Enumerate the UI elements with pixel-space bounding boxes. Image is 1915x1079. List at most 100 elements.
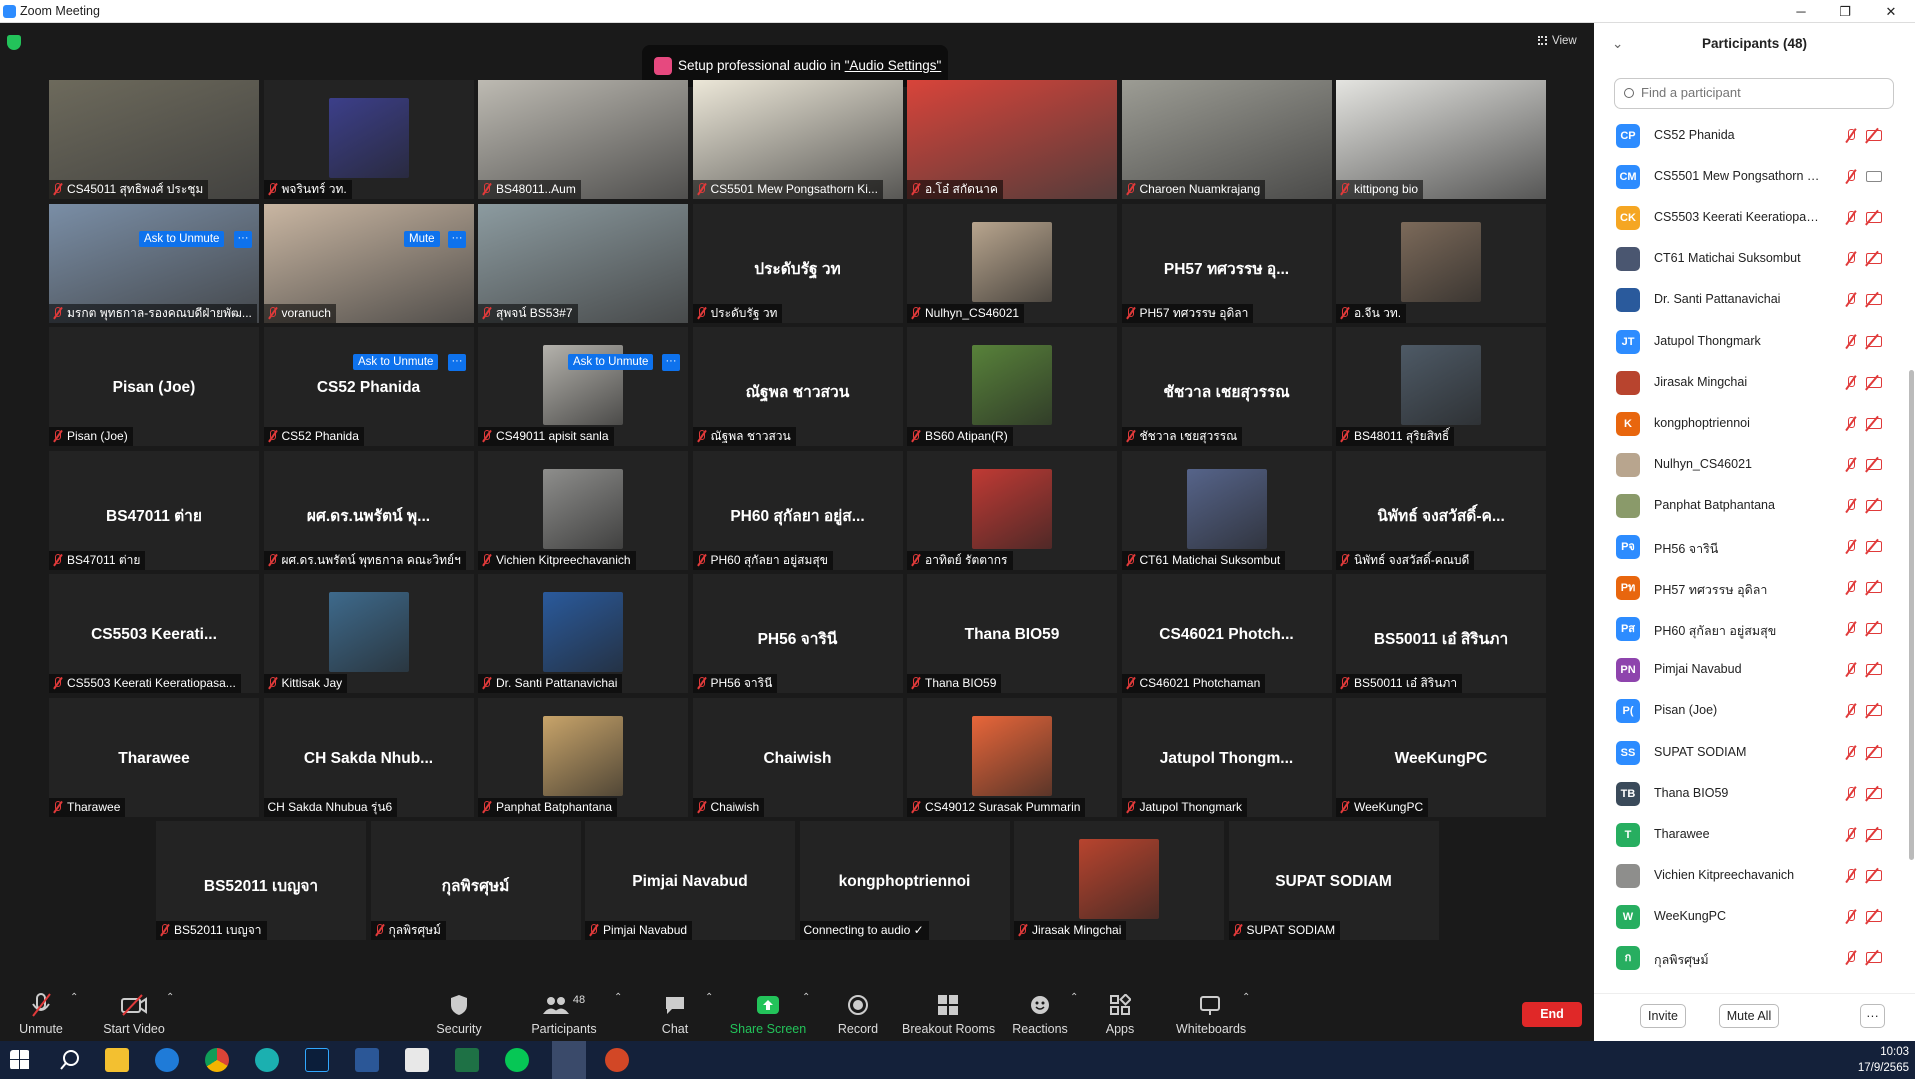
participant-tile[interactable]: กุลพิรศุษม์ กุลพิรศุษม์ bbox=[370, 821, 581, 940]
participant-tile[interactable]: Charoen Nuamkrajang bbox=[1121, 80, 1332, 199]
chat-button[interactable]: Chat ⌃ bbox=[655, 978, 714, 1041]
participant-tile[interactable]: สุพจน์ BS53#7 bbox=[478, 203, 688, 323]
participant-tile[interactable]: PH56 จารินี PH56 จารินี bbox=[692, 574, 903, 693]
participant-list-item[interactable]: Pจ PH56 จารินี bbox=[1594, 527, 1915, 568]
participant-tile[interactable]: มรกต พุทธกาล-รองคณบดีฝ่ายพัฒ... bbox=[49, 203, 259, 323]
share-caret-icon[interactable]: ⌃ bbox=[802, 992, 810, 1003]
minimize-button[interactable]: ─ bbox=[1778, 0, 1824, 23]
participant-tile[interactable]: kongphoptriennoi Connecting to audio ✓ bbox=[799, 821, 1010, 940]
participant-tile[interactable]: ชัชวาล เชยสุวรรณ ชัชวาล เชยสุวรรณ bbox=[1121, 327, 1332, 446]
participant-tile[interactable]: Pimjai Navabud Pimjai Navabud bbox=[585, 821, 795, 940]
participant-tile[interactable]: BS52011 เบญจา BS52011 เบญจา bbox=[156, 821, 366, 940]
participant-tile[interactable]: Panphat Batphantana bbox=[478, 697, 688, 817]
participant-list-item[interactable]: CT61 Matichai Suksombut bbox=[1594, 239, 1915, 280]
acrobat-icon[interactable] bbox=[405, 1048, 429, 1072]
participant-tile[interactable]: PH60 สุกัลยา อยู่ส... PH60 สุกัลยา อยู่สม… bbox=[692, 450, 903, 570]
video-options-caret-icon[interactable]: ⌃ bbox=[166, 992, 174, 1003]
ask-to-unmute-button[interactable]: Ask to Unmute bbox=[568, 354, 654, 370]
encryption-shield-icon[interactable] bbox=[7, 35, 21, 50]
participants-caret-icon[interactable]: ⌃ bbox=[614, 992, 622, 1003]
participant-list-item[interactable]: Jirasak Mingchai bbox=[1594, 363, 1915, 404]
edge-icon[interactable] bbox=[255, 1048, 279, 1072]
end-meeting-button[interactable]: End bbox=[1522, 1002, 1582, 1027]
participant-tile[interactable]: Dr. Santi Pattanavichai bbox=[478, 574, 688, 693]
participant-list-item[interactable]: PN Pimjai Navabud bbox=[1594, 650, 1915, 691]
participant-list-item[interactable]: P(Pisan (Joe) bbox=[1594, 691, 1915, 732]
participant-tile[interactable]: CS49011 apisit sanla bbox=[478, 327, 688, 446]
zoom-taskbar-icon[interactable] bbox=[552, 1041, 586, 1079]
participant-list-item[interactable]: Pส PH60 สุกัลยา อยู่สมสุข bbox=[1594, 609, 1915, 650]
participant-tile[interactable]: พจรินทร์ วท. bbox=[263, 80, 474, 199]
participant-list-item[interactable]: Kkongphoptriennoi bbox=[1594, 404, 1915, 445]
participant-tile[interactable]: SUPAT SODIAM SUPAT SODIAM bbox=[1228, 821, 1439, 940]
participant-tile[interactable]: Jirasak Mingchai bbox=[1014, 821, 1224, 940]
word-icon[interactable] bbox=[355, 1048, 379, 1072]
participant-list-item[interactable]: Nulhyn_CS46021 bbox=[1594, 445, 1915, 486]
participant-list-item[interactable]: TB Thana BIO59 bbox=[1594, 774, 1915, 815]
view-button[interactable]: View bbox=[1533, 33, 1582, 49]
participant-tile[interactable]: CS49012 Surasak Pummarin bbox=[907, 697, 1117, 817]
invite-button[interactable]: Invite bbox=[1640, 1004, 1686, 1028]
audio-settings-link[interactable]: "Audio Settings" bbox=[845, 58, 942, 73]
chat-caret-icon[interactable]: ⌃ bbox=[705, 992, 713, 1003]
participant-tile[interactable]: PH57 ทศวรรษ อุ... PH57 ทศวรรษ อุดิลา bbox=[1121, 203, 1332, 323]
participant-tile[interactable]: BS50011 เอ๋ สิรินภา BS50011 เอ๋ สิรินภา bbox=[1336, 574, 1546, 693]
record-button[interactable]: Record bbox=[836, 978, 880, 1041]
participant-search-input[interactable] bbox=[1641, 85, 1881, 100]
participant-list-item[interactable]: T Tharawee bbox=[1594, 815, 1915, 856]
ask-to-unmute-button[interactable]: Ask to Unmute bbox=[353, 354, 439, 370]
participant-tile[interactable]: CS46021 Photch... CS46021 Photchaman bbox=[1121, 574, 1332, 693]
chrome-icon[interactable] bbox=[205, 1048, 229, 1072]
participant-tile[interactable]: ผศ.ดร.นพรัตน์ พุ... ผศ.ดร.นพรัตน์ พุทธกาล… bbox=[263, 450, 474, 570]
participant-tile[interactable]: CT61 Matichai Suksombut bbox=[1121, 450, 1332, 570]
close-window-button[interactable]: ✕ bbox=[1868, 0, 1914, 23]
participant-list-item[interactable]: ก กุลพิรศุษม์ bbox=[1594, 938, 1915, 979]
participant-tile[interactable]: voranuch bbox=[263, 203, 474, 323]
unmute-button[interactable]: Unmute ⌃ bbox=[10, 978, 78, 1041]
participant-tile[interactable]: Vichien Kitpreechavanich bbox=[478, 450, 688, 570]
participant-tile[interactable]: Tharawee Tharawee bbox=[49, 697, 259, 817]
participant-list-item[interactable]: Vichien Kitpreechavanich bbox=[1594, 856, 1915, 897]
participant-list-item[interactable]: CP CS52 Phanida bbox=[1594, 116, 1915, 157]
participant-tile[interactable]: BS47011 ต่าย BS47011 ต่าย bbox=[49, 450, 259, 570]
powerpoint-icon[interactable] bbox=[605, 1048, 629, 1072]
participant-tile[interactable]: Kittisak Jay bbox=[263, 574, 474, 693]
reactions-caret-icon[interactable]: ⌃ bbox=[1070, 992, 1078, 1003]
breakout-rooms-button[interactable]: Breakout Rooms bbox=[902, 978, 995, 1041]
participant-list-item[interactable]: CM CS5501 Mew Pongsathorn Kiat... bbox=[1594, 157, 1915, 198]
whiteboards-button[interactable]: Whiteboards ⌃ bbox=[1176, 978, 1250, 1041]
participant-tile[interactable]: Thana BIO59 Thana BIO59 bbox=[907, 574, 1117, 693]
excel-icon[interactable] bbox=[455, 1048, 479, 1072]
participant-tile[interactable]: WeeKungPC WeeKungPC bbox=[1336, 697, 1546, 817]
tile-more-button[interactable]: ··· bbox=[234, 231, 252, 248]
participant-tile[interactable]: Chaiwish Chaiwish bbox=[692, 697, 903, 817]
internet-explorer-icon[interactable] bbox=[155, 1048, 179, 1072]
participant-list-scrollbar[interactable] bbox=[1909, 370, 1914, 860]
participant-list-item[interactable]: W WeeKungPC bbox=[1594, 897, 1915, 938]
participant-list-item[interactable]: Panphat Batphantana bbox=[1594, 486, 1915, 527]
apps-button[interactable]: Apps bbox=[1100, 978, 1140, 1041]
security-button[interactable]: Security bbox=[434, 978, 484, 1041]
participant-search-box[interactable] bbox=[1614, 78, 1894, 109]
participant-list-item[interactable]: Dr. Santi Pattanavichai bbox=[1594, 280, 1915, 321]
start-video-button[interactable]: Start Video ⌃ bbox=[98, 978, 174, 1041]
participant-tile[interactable]: BS48011..Aum bbox=[478, 80, 688, 199]
taskbar-clock[interactable]: 10:03 17/9/2565 bbox=[1858, 1044, 1909, 1076]
share-screen-button[interactable]: Share Screen ⌃ bbox=[728, 978, 811, 1041]
participant-tile[interactable]: นิพัทธ์ จงสวัสดิ์-ค... นิพัทธ์ จงสวัสดิ์-… bbox=[1336, 450, 1546, 570]
participant-tile[interactable]: kittipong bio bbox=[1336, 80, 1546, 199]
participant-tile[interactable]: CH Sakda Nhub... CH Sakda Nhubua รุ่น6 bbox=[263, 697, 474, 817]
reactions-button[interactable]: Reactions ⌃ bbox=[1012, 978, 1078, 1041]
participant-tile[interactable]: CS5503 Keerati... CS5503 Keerati Keeratio… bbox=[49, 574, 259, 693]
participant-list-item[interactable]: JT Jatupol Thongmark bbox=[1594, 322, 1915, 363]
ask-to-unmute-button[interactable]: Ask to Unmute bbox=[139, 231, 225, 247]
tile-more-button[interactable]: ··· bbox=[662, 354, 680, 371]
participant-tile[interactable]: อ.โอ๋ สกัดนาค bbox=[907, 80, 1117, 199]
participant-list-item[interactable]: SS SUPAT SODIAM bbox=[1594, 733, 1915, 774]
participant-tile[interactable]: Nulhyn_CS46021 bbox=[907, 203, 1117, 323]
panel-more-button[interactable]: ··· bbox=[1860, 1004, 1885, 1028]
whiteboards-caret-icon[interactable]: ⌃ bbox=[1242, 992, 1250, 1003]
participant-list-item[interactable]: CK CS5503 Keerati Keeratiopasaw... bbox=[1594, 198, 1915, 239]
participant-tile[interactable]: ณัฐพล ชาวสวน ณัฐพล ชาวสวน bbox=[692, 327, 903, 446]
taskbar-search-icon[interactable] bbox=[58, 1048, 82, 1072]
